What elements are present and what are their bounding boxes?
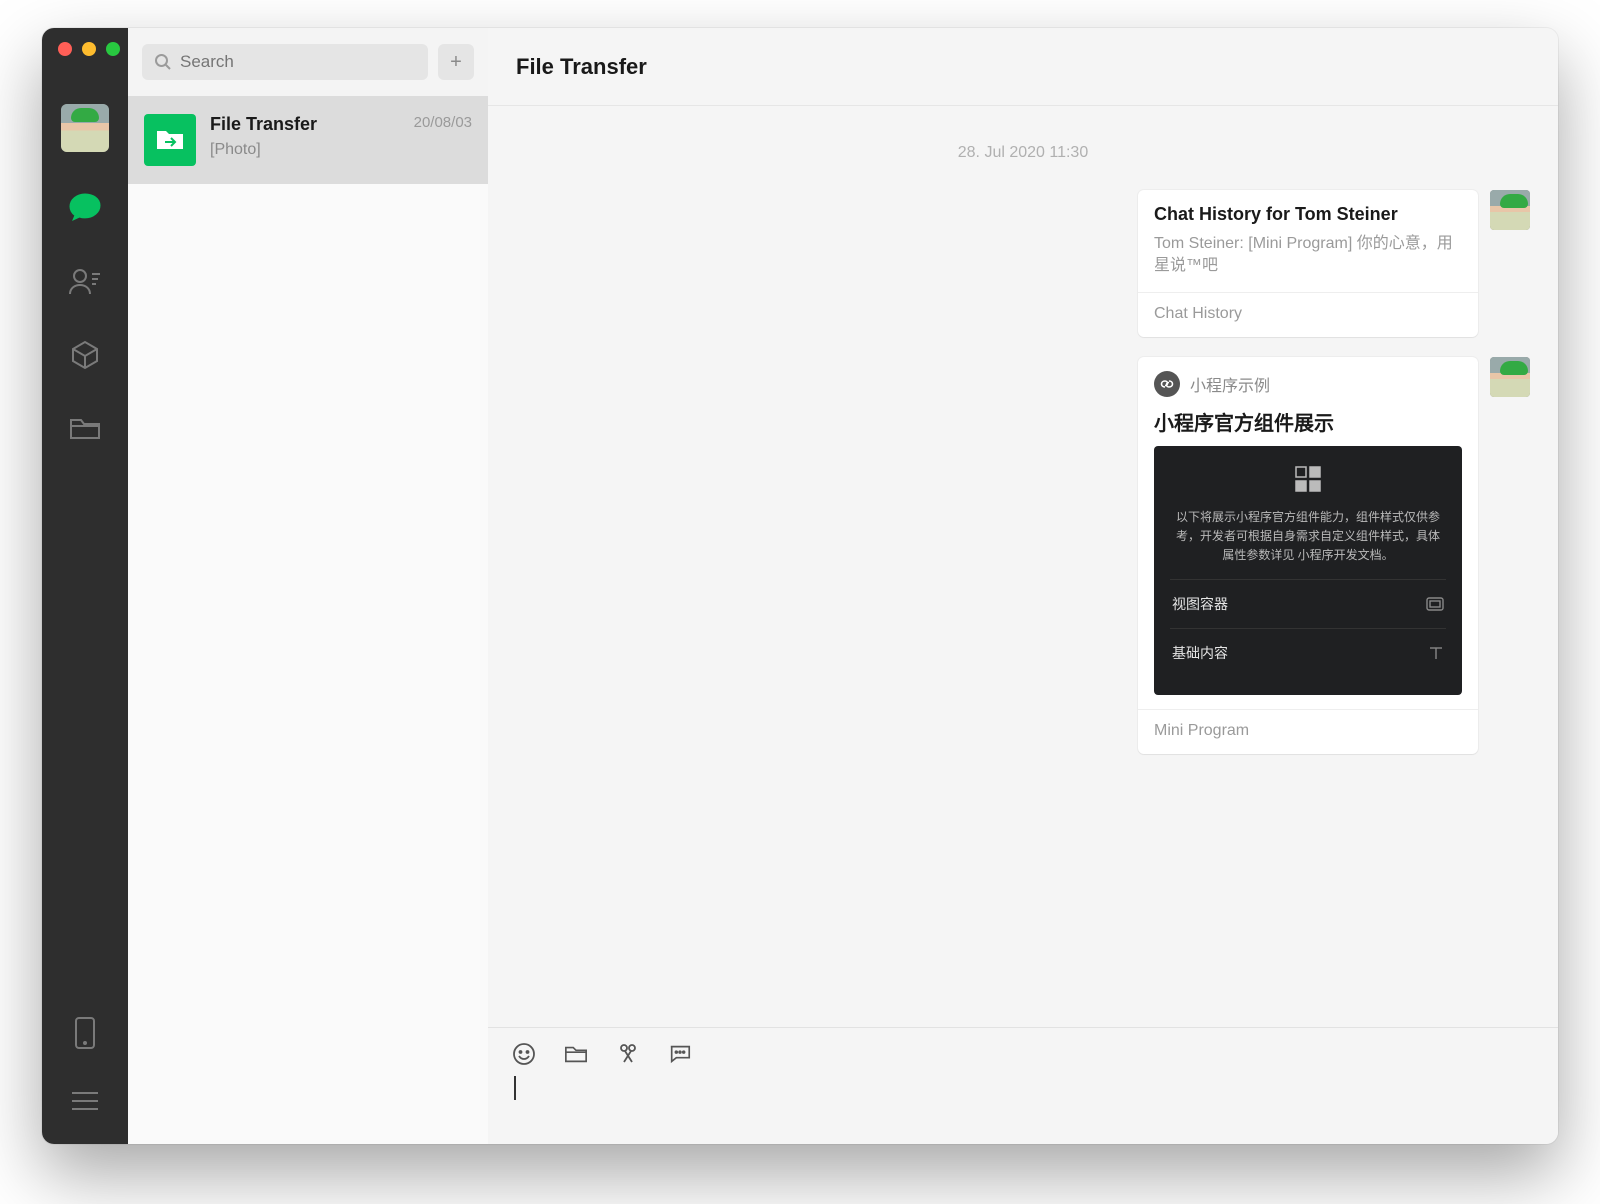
discover-tab-icon[interactable] (66, 336, 104, 374)
text-icon (1428, 645, 1444, 661)
contacts-tab-icon[interactable] (66, 262, 104, 300)
phone-icon[interactable] (66, 1014, 104, 1052)
screenshot-button[interactable] (616, 1042, 640, 1066)
card-title: Chat History for Tom Steiner (1154, 204, 1462, 225)
mini-program-card[interactable]: 小程序示例 小程序官方组件展示 以下将展示小程序官方组件能力，组件样式仅供参考，… (1138, 357, 1478, 755)
container-icon (1426, 597, 1444, 611)
row-label: 基础内容 (1172, 643, 1228, 663)
mini-program-row: 视图容器 (1170, 579, 1446, 628)
mini-program-row: 基础内容 (1170, 628, 1446, 677)
new-chat-button[interactable]: + (438, 44, 474, 80)
menu-icon[interactable] (66, 1082, 104, 1120)
chat-title: File Transfer (516, 54, 647, 80)
search-icon (154, 53, 172, 71)
text-caret (514, 1076, 516, 1100)
chat-history-button[interactable] (668, 1042, 692, 1066)
nav-sidebar (42, 28, 128, 1144)
close-window-button[interactable] (58, 42, 72, 56)
files-tab-icon[interactable] (66, 410, 104, 448)
grid-icon (1170, 464, 1446, 494)
emoji-button[interactable] (512, 1042, 536, 1066)
minimize-window-button[interactable] (82, 42, 96, 56)
me-avatar[interactable] (61, 104, 109, 152)
window-controls (42, 42, 120, 56)
mini-program-logo-icon (1154, 371, 1180, 397)
mini-program-preview: 以下将展示小程序官方组件能力，组件样式仅供参考，开发者可根据自身需求自定义组件样… (1154, 446, 1462, 696)
card-footer-label: Chat History (1154, 305, 1462, 323)
mini-program-name: 小程序示例 (1190, 372, 1270, 396)
chat-header: File Transfer (488, 28, 1558, 106)
card-subtitle: Tom Steiner: [Mini Program] 你的心意，用星说™吧 (1154, 233, 1462, 278)
message-input[interactable] (512, 1076, 1534, 1104)
chat-pane: File Transfer 28. Jul 2020 11:30 Chat Hi… (488, 28, 1558, 1144)
sender-avatar[interactable] (1490, 190, 1530, 230)
file-transfer-avatar-icon (144, 114, 196, 166)
row-label: 视图容器 (1172, 594, 1228, 614)
conversation-item[interactable]: File Transfer [Photo] 20/08/03 (128, 96, 488, 184)
chats-tab-icon[interactable] (66, 188, 104, 226)
chat-history-card[interactable]: Chat History for Tom Steiner Tom Steiner… (1138, 190, 1478, 337)
search-field[interactable] (180, 52, 416, 72)
input-toolbar (512, 1042, 1534, 1066)
search-row: + (128, 28, 488, 96)
conversation-date: 20/08/03 (414, 114, 472, 131)
date-separator: 28. Jul 2020 11:30 (958, 144, 1088, 162)
app-window: + File Transfer [Photo] 20/08/03 File Tr… (42, 28, 1558, 1144)
conversation-subtitle: [Photo] (210, 141, 400, 159)
zoom-window-button[interactable] (106, 42, 120, 56)
mini-program-title: 小程序官方组件展示 (1154, 407, 1462, 436)
search-input[interactable] (142, 44, 428, 80)
divider (1138, 709, 1478, 710)
message-row: 小程序示例 小程序官方组件展示 以下将展示小程序官方组件能力，组件样式仅供参考，… (1138, 357, 1530, 755)
message-thread[interactable]: 28. Jul 2020 11:30 Chat History for Tom … (488, 106, 1558, 1027)
send-file-button[interactable] (564, 1042, 588, 1066)
message-input-area (488, 1027, 1558, 1144)
card-footer-label: Mini Program (1154, 722, 1462, 740)
divider (1138, 292, 1478, 293)
conversation-list: + File Transfer [Photo] 20/08/03 (128, 28, 488, 1144)
message-row: Chat History for Tom Steiner Tom Steiner… (1138, 190, 1530, 337)
mini-program-description: 以下将展示小程序官方组件能力，组件样式仅供参考，开发者可根据自身需求自定义组件样… (1170, 508, 1446, 566)
conversation-title: File Transfer (210, 114, 400, 135)
sender-avatar[interactable] (1490, 357, 1530, 397)
